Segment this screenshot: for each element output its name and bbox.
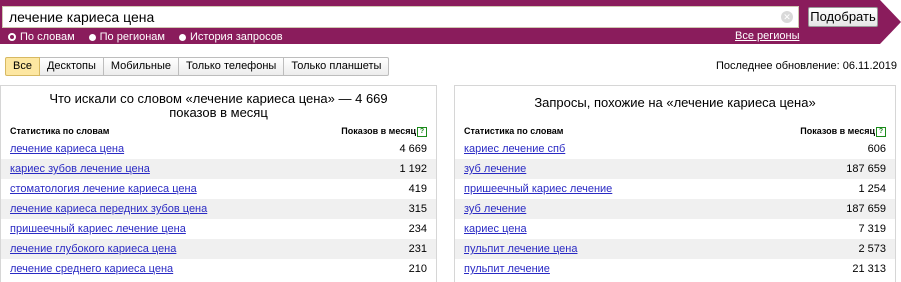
table-header: Статистика по словам Показов в месяц? xyxy=(455,126,895,139)
count-value: 231 xyxy=(408,243,427,255)
mode-history[interactable]: История запросов xyxy=(179,30,283,44)
tab-desktops[interactable]: Десктопы xyxy=(39,57,104,76)
help-icon[interactable]: ? xyxy=(417,126,427,137)
table-row: пришеечный кариес лечение 1 254 xyxy=(455,179,895,199)
col-count-header-wrap: Показов в месяц? xyxy=(341,126,427,139)
tab-all[interactable]: Все xyxy=(5,57,40,76)
clear-icon[interactable]: ✕ xyxy=(781,11,793,23)
count-value: 187 659 xyxy=(846,163,886,175)
phrase-link[interactable]: пульпит лечение цена xyxy=(464,243,577,255)
col-count-header-wrap: Показов в месяц? xyxy=(800,126,886,139)
col-count-header: Показов в месяц xyxy=(341,126,416,136)
search-input[interactable] xyxy=(2,6,799,28)
phrase-link[interactable]: кариес лечение спб xyxy=(464,143,565,155)
table-row: зуб лечение 187 659 xyxy=(455,159,895,179)
phrase-link[interactable]: лечение глубокого кариеса цена xyxy=(10,243,176,255)
all-regions-link[interactable]: Все регионы xyxy=(735,30,800,42)
col-phrase-header: Статистика по словам xyxy=(464,126,564,136)
table-row: кариес лечение спб 606 xyxy=(455,139,895,159)
phrase-link[interactable]: лечение среднего кариеса цена xyxy=(10,263,173,275)
radio-icon[interactable] xyxy=(88,33,96,41)
table-row: лечение кариеса передних зубов цена 315 xyxy=(1,199,436,219)
table-row: лечение среднего кариеса цена 210 xyxy=(1,259,436,279)
radio-icon[interactable] xyxy=(8,33,16,41)
mode-by-regions[interactable]: По регионам xyxy=(88,30,165,44)
phrase-link[interactable]: пришеечный кариес лечение xyxy=(464,183,612,195)
table-body: кариес лечение спб 606 зуб лечение 187 659… xyxy=(455,139,895,279)
mode-by-words[interactable]: По словам xyxy=(8,30,75,44)
mode-label: По словам xyxy=(20,31,75,43)
count-value: 234 xyxy=(408,223,427,235)
count-value: 21 313 xyxy=(852,263,886,275)
phrase-link[interactable]: кариес зубов лечение цена xyxy=(10,163,150,175)
table-body: лечение кариеса цена 4 669 кариес зубов л… xyxy=(1,139,436,279)
table-row: лечение кариеса цена 4 669 xyxy=(1,139,436,159)
col-phrase-header: Статистика по словам xyxy=(10,126,110,136)
panel-title: Что искали со словом «лечение кариеса це… xyxy=(49,91,388,120)
tab-phones-only[interactable]: Только телефоны xyxy=(178,57,285,76)
phrase-link[interactable]: зуб лечение xyxy=(464,203,526,215)
col-count-header: Показов в месяц xyxy=(800,126,875,136)
count-value: 4 669 xyxy=(399,143,427,155)
table-row: стоматология лечение кариеса цена 419 xyxy=(1,179,436,199)
phrase-link[interactable]: лечение кариеса передних зубов цена xyxy=(10,203,207,215)
table-row: кариес зубов лечение цена 1 192 xyxy=(1,159,436,179)
tab-mobile[interactable]: Мобильные xyxy=(103,57,179,76)
left-panel: Что искали со словом «лечение кариеса це… xyxy=(0,85,437,282)
count-value: 187 659 xyxy=(846,203,886,215)
pick-button[interactable]: Подобрать xyxy=(808,7,878,27)
count-value: 1 254 xyxy=(858,183,886,195)
table-row: лечение глубокого кариеса цена 231 xyxy=(1,239,436,259)
phrase-link[interactable]: зуб лечение xyxy=(464,163,526,175)
phrase-link[interactable]: пульпит лечение xyxy=(464,263,550,275)
count-value: 210 xyxy=(408,263,427,275)
table-row: пульпит лечение 21 313 xyxy=(455,259,895,279)
table-header: Статистика по словам Показов в месяц? xyxy=(1,126,436,139)
right-panel: Запросы, похожие на «лечение кариеса цен… xyxy=(454,85,896,282)
table-row: кариес цена 7 319 xyxy=(455,219,895,239)
phrase-link[interactable]: лечение кариеса цена xyxy=(10,143,124,155)
help-icon[interactable]: ? xyxy=(876,126,886,137)
search-mode-group: По словам По регионам История запросов xyxy=(8,30,297,44)
count-value: 315 xyxy=(408,203,427,215)
device-tabs: Все Десктопы Мобильные Только телефоны Т… xyxy=(5,57,390,76)
search-band: ✕ Подобрать По словам По регионам Истори… xyxy=(0,0,901,44)
last-update-text: Последнее обновление: 06.11.2019 xyxy=(715,60,897,72)
mode-label: По регионам xyxy=(99,31,165,43)
count-value: 2 573 xyxy=(858,243,886,255)
mode-label: История запросов xyxy=(190,31,283,43)
phrase-link[interactable]: кариес цена xyxy=(464,223,527,235)
table-row: зуб лечение 187 659 xyxy=(455,199,895,219)
phrase-link[interactable]: пришеечный кариес лечение цена xyxy=(10,223,186,235)
count-value: 7 319 xyxy=(858,223,886,235)
tab-tablets-only[interactable]: Только планшеты xyxy=(284,57,390,76)
panel-title: Запросы, похожие на «лечение кариеса цен… xyxy=(534,95,816,110)
phrase-link[interactable]: стоматология лечение кариеса цена xyxy=(10,183,197,195)
count-value: 419 xyxy=(408,183,427,195)
table-row: пульпит лечение цена 2 573 xyxy=(455,239,895,259)
table-row: пришеечный кариес лечение цена 234 xyxy=(1,219,436,239)
radio-icon[interactable] xyxy=(179,33,186,41)
count-value: 606 xyxy=(867,143,886,155)
count-value: 1 192 xyxy=(399,163,427,175)
